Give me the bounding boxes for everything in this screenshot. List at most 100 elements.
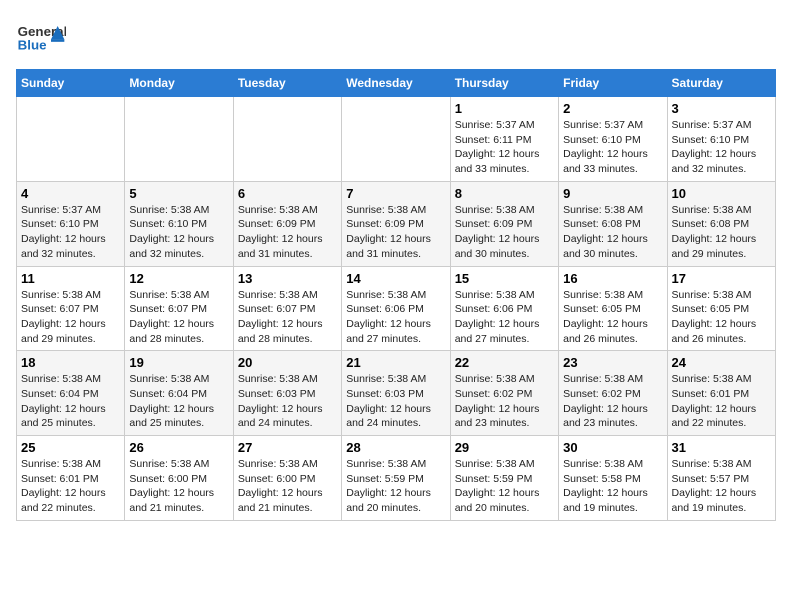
- day-number: 19: [129, 355, 228, 370]
- day-info: Sunrise: 5:38 AM Sunset: 6:07 PM Dayligh…: [238, 288, 337, 347]
- calendar-cell: [233, 97, 341, 182]
- day-number: 2: [563, 101, 662, 116]
- week-row-3: 11 Sunrise: 5:38 AM Sunset: 6:07 PM Dayli…: [17, 266, 776, 351]
- week-row-4: 18 Sunrise: 5:38 AM Sunset: 6:04 PM Dayli…: [17, 351, 776, 436]
- weekday-header-friday: Friday: [559, 70, 667, 97]
- calendar-cell: 10Sunrise: 5:38 AM Sunset: 6:08 PM Dayli…: [667, 181, 775, 266]
- day-info: Sunrise: 5:37 AM Sunset: 6:10 PM Dayligh…: [563, 118, 662, 177]
- day-number: 4: [21, 186, 120, 201]
- calendar-cell: 28 Sunrise: 5:38 AM Sunset: 5:59 PM Dayli…: [342, 436, 450, 521]
- day-number: 16: [563, 271, 662, 286]
- day-info: Sunrise: 5:38 AM Sunset: 6:04 PM Dayligh…: [21, 372, 120, 431]
- calendar-cell: 16 Sunrise: 5:38 AM Sunset: 6:05 PM Dayli…: [559, 266, 667, 351]
- logo: General Blue: [16, 16, 66, 61]
- day-info: Sunrise: 5:38 AM Sunset: 6:07 PM Dayligh…: [129, 288, 228, 347]
- day-info: Sunrise: 5:38 AM Sunset: 6:00 PM Dayligh…: [238, 457, 337, 516]
- day-info: Sunrise: 5:37 AM Sunset: 6:11 PM Dayligh…: [455, 118, 554, 177]
- weekday-header-tuesday: Tuesday: [233, 70, 341, 97]
- weekday-header-wednesday: Wednesday: [342, 70, 450, 97]
- day-info: Sunrise: 5:38 AM Sunset: 6:05 PM Dayligh…: [563, 288, 662, 347]
- day-info: Sunrise: 5:38 AM Sunset: 6:09 PM Dayligh…: [238, 203, 337, 262]
- day-info: Sunrise: 5:38 AM Sunset: 6:07 PM Dayligh…: [21, 288, 120, 347]
- calendar-cell: 26Sunrise: 5:38 AM Sunset: 6:00 PM Dayli…: [125, 436, 233, 521]
- day-number: 9: [563, 186, 662, 201]
- day-number: 1: [455, 101, 554, 116]
- svg-text:Blue: Blue: [18, 37, 47, 52]
- calendar-cell: 29 Sunrise: 5:38 AM Sunset: 5:59 PM Dayli…: [450, 436, 558, 521]
- day-info: Sunrise: 5:38 AM Sunset: 6:02 PM Dayligh…: [455, 372, 554, 431]
- day-number: 20: [238, 355, 337, 370]
- calendar-cell: 13Sunrise: 5:38 AM Sunset: 6:07 PM Dayli…: [233, 266, 341, 351]
- day-number: 5: [129, 186, 228, 201]
- day-info: Sunrise: 5:38 AM Sunset: 6:02 PM Dayligh…: [563, 372, 662, 431]
- calendar-cell: 30 Sunrise: 5:38 AM Sunset: 5:58 PM Dayli…: [559, 436, 667, 521]
- calendar-cell: 5 Sunrise: 5:38 AM Sunset: 6:10 PM Daylig…: [125, 181, 233, 266]
- day-info: Sunrise: 5:38 AM Sunset: 5:57 PM Dayligh…: [672, 457, 771, 516]
- day-info: Sunrise: 5:38 AM Sunset: 6:10 PM Dayligh…: [129, 203, 228, 262]
- day-number: 30: [563, 440, 662, 455]
- calendar-cell: 23 Sunrise: 5:38 AM Sunset: 6:02 PM Dayli…: [559, 351, 667, 436]
- day-number: 26: [129, 440, 228, 455]
- day-number: 25: [21, 440, 120, 455]
- day-info: Sunrise: 5:38 AM Sunset: 6:03 PM Dayligh…: [238, 372, 337, 431]
- day-number: 31: [672, 440, 771, 455]
- day-info: Sunrise: 5:38 AM Sunset: 6:03 PM Dayligh…: [346, 372, 445, 431]
- weekday-header-row: SundayMondayTuesdayWednesdayThursdayFrid…: [17, 70, 776, 97]
- calendar-cell: 7Sunrise: 5:38 AM Sunset: 6:09 PM Daylig…: [342, 181, 450, 266]
- week-row-2: 4 Sunrise: 5:37 AM Sunset: 6:10 PM Daylig…: [17, 181, 776, 266]
- day-info: Sunrise: 5:38 AM Sunset: 5:59 PM Dayligh…: [455, 457, 554, 516]
- day-info: Sunrise: 5:38 AM Sunset: 6:05 PM Dayligh…: [672, 288, 771, 347]
- day-number: 17: [672, 271, 771, 286]
- calendar-cell: 31 Sunrise: 5:38 AM Sunset: 5:57 PM Dayli…: [667, 436, 775, 521]
- calendar-cell: 4 Sunrise: 5:37 AM Sunset: 6:10 PM Daylig…: [17, 181, 125, 266]
- calendar-cell: 22Sunrise: 5:38 AM Sunset: 6:02 PM Dayli…: [450, 351, 558, 436]
- calendar-cell: 9 Sunrise: 5:38 AM Sunset: 6:08 PM Daylig…: [559, 181, 667, 266]
- weekday-header-saturday: Saturday: [667, 70, 775, 97]
- day-info: Sunrise: 5:38 AM Sunset: 5:59 PM Dayligh…: [346, 457, 445, 516]
- day-number: 23: [563, 355, 662, 370]
- calendar-cell: 11 Sunrise: 5:38 AM Sunset: 6:07 PM Dayli…: [17, 266, 125, 351]
- week-row-5: 25 Sunrise: 5:38 AM Sunset: 6:01 PM Dayli…: [17, 436, 776, 521]
- day-number: 29: [455, 440, 554, 455]
- day-info: Sunrise: 5:38 AM Sunset: 5:58 PM Dayligh…: [563, 457, 662, 516]
- header: General Blue: [16, 16, 776, 61]
- weekday-header-thursday: Thursday: [450, 70, 558, 97]
- day-number: 21: [346, 355, 445, 370]
- weekday-header-monday: Monday: [125, 70, 233, 97]
- day-number: 15: [455, 271, 554, 286]
- calendar-cell: 25 Sunrise: 5:38 AM Sunset: 6:01 PM Dayli…: [17, 436, 125, 521]
- calendar-cell: 17 Sunrise: 5:38 AM Sunset: 6:05 PM Dayli…: [667, 266, 775, 351]
- calendar-cell: 18 Sunrise: 5:38 AM Sunset: 6:04 PM Dayli…: [17, 351, 125, 436]
- day-number: 3: [672, 101, 771, 116]
- day-number: 27: [238, 440, 337, 455]
- calendar-cell: [342, 97, 450, 182]
- calendar-cell: 6 Sunrise: 5:38 AM Sunset: 6:09 PM Daylig…: [233, 181, 341, 266]
- day-info: Sunrise: 5:38 AM Sunset: 6:08 PM Dayligh…: [563, 203, 662, 262]
- day-number: 24: [672, 355, 771, 370]
- day-number: 14: [346, 271, 445, 286]
- calendar-cell: 1 Sunrise: 5:37 AM Sunset: 6:11 PM Daylig…: [450, 97, 558, 182]
- day-number: 6: [238, 186, 337, 201]
- day-info: Sunrise: 5:38 AM Sunset: 6:09 PM Dayligh…: [455, 203, 554, 262]
- day-info: Sunrise: 5:37 AM Sunset: 6:10 PM Dayligh…: [672, 118, 771, 177]
- calendar-cell: 8 Sunrise: 5:38 AM Sunset: 6:09 PM Daylig…: [450, 181, 558, 266]
- calendar-cell: 14 Sunrise: 5:38 AM Sunset: 6:06 PM Dayli…: [342, 266, 450, 351]
- day-number: 18: [21, 355, 120, 370]
- weekday-header-sunday: Sunday: [17, 70, 125, 97]
- day-number: 28: [346, 440, 445, 455]
- day-number: 8: [455, 186, 554, 201]
- day-info: Sunrise: 5:38 AM Sunset: 6:06 PM Dayligh…: [346, 288, 445, 347]
- day-number: 11: [21, 271, 120, 286]
- calendar-cell: 12Sunrise: 5:38 AM Sunset: 6:07 PM Dayli…: [125, 266, 233, 351]
- day-info: Sunrise: 5:38 AM Sunset: 6:04 PM Dayligh…: [129, 372, 228, 431]
- day-info: Sunrise: 5:38 AM Sunset: 6:01 PM Dayligh…: [672, 372, 771, 431]
- week-row-1: 1 Sunrise: 5:37 AM Sunset: 6:11 PM Daylig…: [17, 97, 776, 182]
- day-number: 7: [346, 186, 445, 201]
- day-info: Sunrise: 5:37 AM Sunset: 6:10 PM Dayligh…: [21, 203, 120, 262]
- calendar-cell: [17, 97, 125, 182]
- calendar-cell: [125, 97, 233, 182]
- calendar-cell: 19 Sunrise: 5:38 AM Sunset: 6:04 PM Dayli…: [125, 351, 233, 436]
- day-info: Sunrise: 5:38 AM Sunset: 6:01 PM Dayligh…: [21, 457, 120, 516]
- day-info: Sunrise: 5:38 AM Sunset: 6:06 PM Dayligh…: [455, 288, 554, 347]
- calendar-cell: 21 Sunrise: 5:38 AM Sunset: 6:03 PM Dayli…: [342, 351, 450, 436]
